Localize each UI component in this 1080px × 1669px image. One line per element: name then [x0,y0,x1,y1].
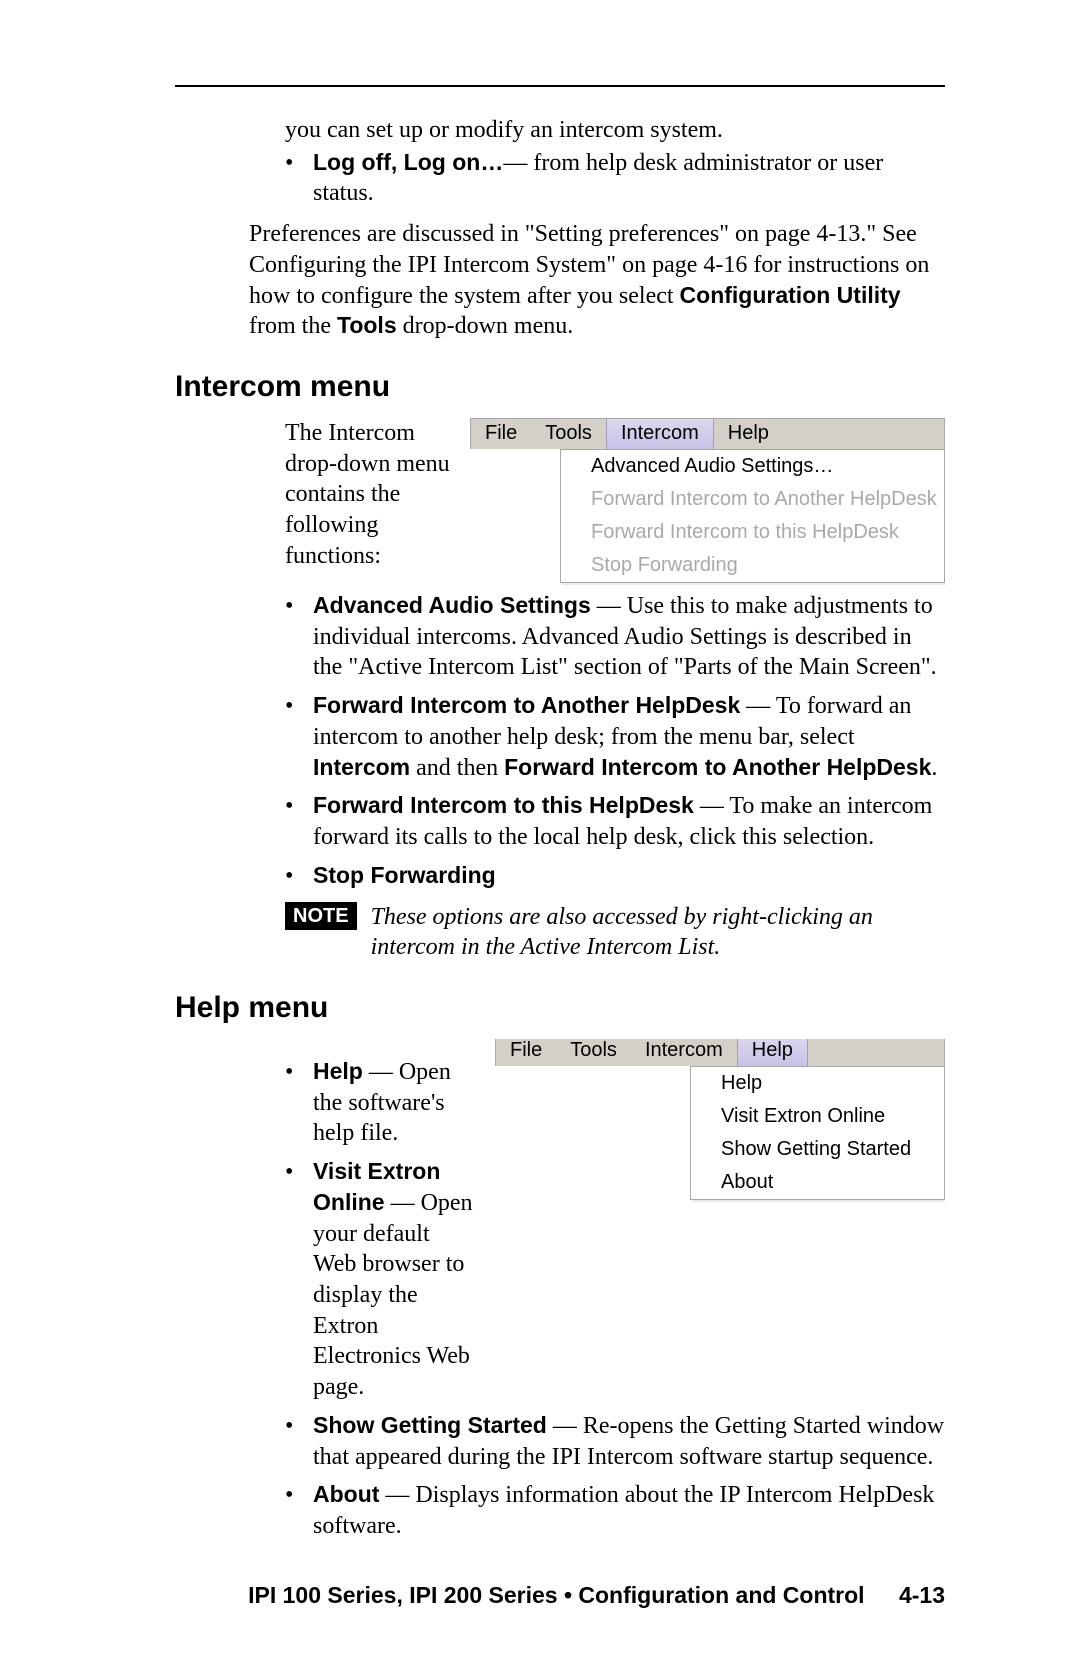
dd-stop-forwarding[interactable]: Stop Forwarding [561,549,944,582]
menu-help[interactable]: Help [737,1039,808,1066]
menu-tools[interactable]: Tools [531,419,606,449]
help-bullet: Help — Open the software's help file. [313,1057,475,1149]
intercom-menu-screenshot: File Tools Intercom Help Advanced Audio … [470,418,945,583]
bullet-icon: • [285,1411,313,1472]
menu-tools[interactable]: Tools [556,1039,631,1066]
dd-help[interactable]: Help [691,1067,944,1100]
dd-visit-extron[interactable]: Visit Extron Online [691,1100,944,1133]
menu-help[interactable]: Help [714,419,783,449]
menubar: File Tools Intercom Help [495,1039,945,1066]
bullet-icon: • [285,861,313,892]
page-number: 4-13 [899,1582,945,1608]
page: you can set up or modify an intercom sys… [0,0,1080,1669]
bullet-icon: • [285,791,313,852]
menu-file[interactable]: File [471,419,531,449]
help-heading: Help menu [175,991,945,1025]
bullet-icon: • [285,591,313,683]
menu-intercom[interactable]: Intercom [631,1039,737,1066]
forward-another-bullet: Forward Intercom to Another HelpDesk — T… [313,691,945,783]
logoff-label: Log off, Log on… [313,149,503,175]
dd-advanced-audio[interactable]: Advanced Audio Settings… [561,450,944,483]
prefs-paragraph: Preferences are discussed in "Setting pr… [249,219,945,342]
bullet-icon: • [285,691,313,783]
stop-forwarding-bullet: Stop Forwarding [313,861,945,892]
top-rule [175,85,945,87]
show-getting-started-bullet: Show Getting Started — Re-opens the Gett… [313,1411,945,1472]
menu-file[interactable]: File [496,1039,556,1066]
bullet-icon: • [285,148,313,209]
logoff-bullet: Log off, Log on…— from help desk adminis… [313,148,945,209]
dd-forward-this[interactable]: Forward Intercom to this HelpDesk [561,516,944,549]
bullet-icon: • [285,1480,313,1541]
footer: IPI 100 Series, IPI 200 Series • Configu… [248,1582,945,1609]
bullet-icon: • [285,1057,313,1149]
help-menu-screenshot: File Tools Intercom Help Help Visit Extr… [495,1039,945,1200]
footer-text: IPI 100 Series, IPI 200 Series • Configu… [248,1582,864,1608]
intercom-dropdown: Advanced Audio Settings… Forward Interco… [560,449,945,583]
bullet-icon: • [285,1157,313,1403]
note-badge: NOTE [285,902,357,930]
dd-forward-another[interactable]: Forward Intercom to Another HelpDesk [561,483,944,516]
note-text: These options are also accessed by right… [371,902,945,963]
visit-extron-bullet: Visit Extron Online — Open your default … [313,1157,475,1403]
dd-getting-started[interactable]: Show Getting Started [691,1133,944,1166]
help-dropdown: Help Visit Extron Online Show Getting St… [690,1066,945,1200]
dd-about[interactable]: About [691,1166,944,1199]
forward-this-bullet: Forward Intercom to this HelpDesk — To m… [313,791,945,852]
intercom-heading: Intercom menu [175,370,945,404]
intro-line: you can set up or modify an intercom sys… [285,115,945,146]
menu-intercom[interactable]: Intercom [606,419,714,449]
about-bullet: About — Displays information about the I… [313,1480,945,1541]
menubar: File Tools Intercom Help [470,418,945,449]
advanced-audio-bullet: Advanced Audio Settings — Use this to ma… [313,591,945,683]
